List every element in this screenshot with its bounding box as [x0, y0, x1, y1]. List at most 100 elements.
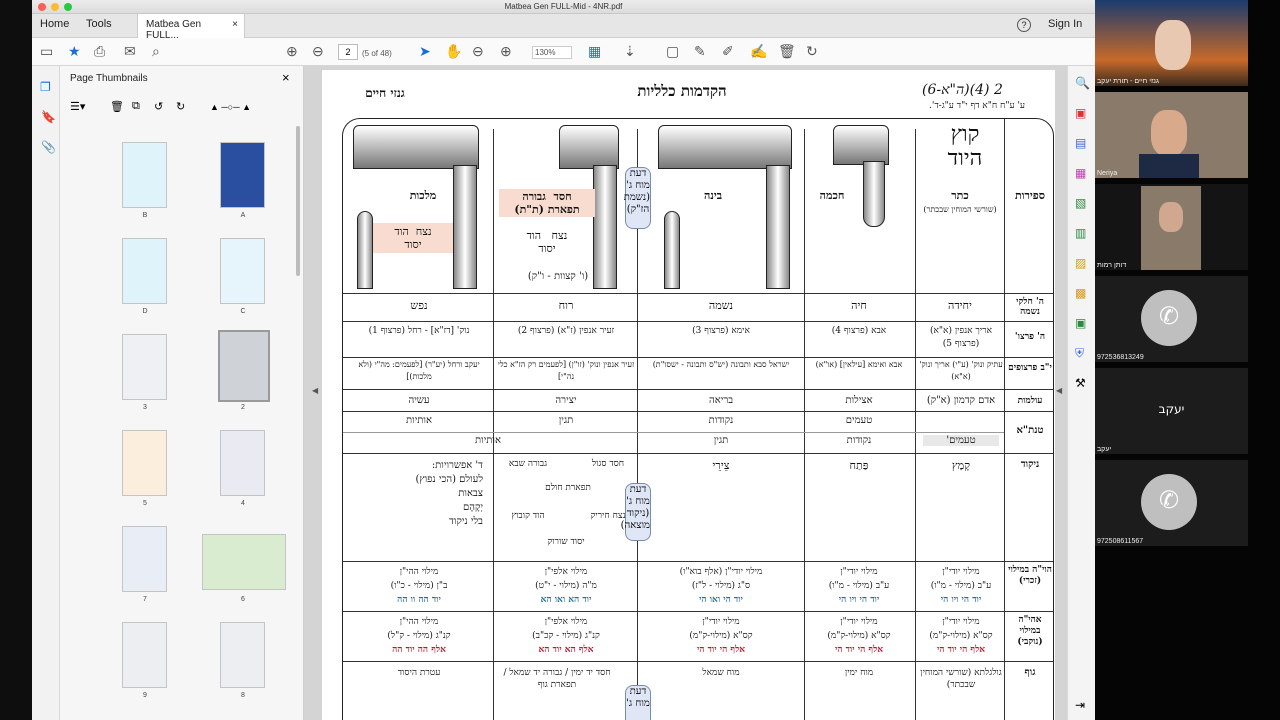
phone-icon: ✆: [1141, 474, 1197, 530]
video-tile[interactable]: ✆ 972508611567: [1095, 460, 1248, 546]
page-thumbnail[interactable]: [122, 526, 167, 592]
page-count: (5 of 48): [362, 49, 392, 58]
organize-icon[interactable]: ▦: [1075, 166, 1086, 180]
page-thumbnail[interactable]: [220, 622, 265, 688]
toolbar: ▭ ★ ⎙ ✉ ⌕ ⊕ ⊖ 2 (5 of 48) ➤ ✋ ⊖ ⊕ 130% ▦…: [32, 38, 1095, 66]
zoom-search-icon[interactable]: 🔍: [1075, 76, 1090, 90]
right-tools-rail: 🔍 ▣ ▤ ▦ ▧ ▥ ▨ ▩ ▣ ⛨ ⚒ ⇥: [1067, 66, 1095, 720]
table-cell: אימא (פרצוף 3): [692, 326, 750, 336]
col-chochma: חכמה: [819, 189, 845, 202]
page-thumbnail-current[interactable]: [218, 330, 270, 402]
print-icon[interactable]: ⎙: [94, 43, 105, 59]
page-thumbnail[interactable]: [122, 334, 167, 400]
combine-icon[interactable]: ▤: [1075, 136, 1086, 150]
page-number-input[interactable]: 2: [338, 44, 358, 60]
video-tile[interactable]: ✆ 972536813249: [1095, 276, 1248, 362]
thumb-redo-icon[interactable]: ↻: [176, 100, 185, 113]
table-cell: אותיות: [406, 415, 432, 426]
window-title: Matbea Gen FULL-Mid - 4NR.pdf: [504, 2, 623, 11]
table-cell: מוח שמאל: [702, 668, 740, 678]
table-cell: אבא ואימא [עילאין] (או"א): [815, 360, 903, 369]
expand-panel-icon[interactable]: ⇥: [1075, 698, 1085, 712]
page-layout-icon[interactable]: ▦: [588, 43, 601, 59]
excel-icon[interactable]: ▥: [1075, 226, 1086, 240]
thumbnails-icon[interactable]: ❐: [40, 80, 51, 94]
select-tool-icon[interactable]: ➤: [419, 43, 431, 59]
star-icon[interactable]: ★: [68, 43, 81, 59]
bookmark-icon[interactable]: 🔖: [41, 110, 56, 124]
search-icon[interactable]: ⌕: [152, 43, 160, 59]
sign-in-button[interactable]: Sign In: [1048, 18, 1082, 30]
hand-tool-icon[interactable]: ✋: [445, 43, 462, 59]
rotate-icon[interactable]: ↻: [806, 43, 818, 59]
close-window-icon[interactable]: [38, 3, 46, 11]
maximize-window-icon[interactable]: [64, 3, 72, 11]
comment-icon[interactable]: ▢: [666, 43, 679, 59]
scan-icon[interactable]: ▣: [1075, 316, 1086, 330]
acrobat-window: Matbea Gen FULL-Mid - 4NR.pdf Home Tools…: [32, 0, 1095, 720]
delete-icon[interactable]: 🗑: [778, 43, 796, 59]
mail-icon[interactable]: ✉: [124, 43, 136, 59]
stamp-icon[interactable]: ✍: [750, 43, 767, 59]
save-icon[interactable]: ▭: [40, 43, 53, 59]
highlight-icon[interactable]: ✎: [694, 43, 706, 59]
thumb-size-slider[interactable]: ▲ ─○─ ▲: [210, 102, 251, 112]
home-menu[interactable]: Home: [40, 18, 69, 30]
tools-menu[interactable]: Tools: [86, 18, 112, 30]
draw-icon[interactable]: ✐: [722, 43, 734, 59]
letter-yud-graphic: [833, 125, 893, 245]
document-view[interactable]: ◀ ◀ גנזי חיים הקדמות כלליות (ה"א-6)(4) 2…: [304, 66, 1072, 720]
row-label: אהי"ה במילוי (נוקבי): [1017, 615, 1043, 647]
video-tile[interactable]: יעקב יעקב: [1095, 368, 1248, 454]
video-tile[interactable]: גנזי חיים - תורת יעקב: [1095, 0, 1248, 86]
zoom-select[interactable]: 130%: [532, 46, 572, 59]
title-bar: Matbea Gen FULL-Mid - 4NR.pdf: [32, 0, 1095, 14]
minimize-window-icon[interactable]: [51, 3, 59, 11]
table-cell: נפש: [410, 299, 428, 312]
close-panel-icon[interactable]: ×: [282, 70, 290, 85]
create-pdf-icon[interactable]: ▣: [1075, 106, 1086, 120]
page-thumbnail[interactable]: [122, 142, 167, 208]
table-cell: מילוי אלפי"ן מ"ה (מילוי - י"ט) יוד הא ואו …: [535, 567, 597, 605]
comment-tool-icon[interactable]: ▩: [1075, 286, 1086, 300]
table-cell: מילוי יודי"ן ע"ב (מילוי - מ"ו) יוד הי ויו …: [828, 567, 890, 605]
table-cell: חסד סגול: [591, 459, 625, 469]
more-tools-icon[interactable]: ⚒: [1075, 376, 1086, 390]
attachment-icon[interactable]: 📎: [41, 140, 56, 154]
header-ref: (ה"א-6)(4) 2: [922, 82, 1003, 98]
page-thumbnail[interactable]: [202, 534, 286, 590]
zoom-out-icon[interactable]: ⊖: [472, 43, 484, 59]
table-cell: מילוי יודי"ן קס"א (מילוי-ק"מ) אלף הי יוד ה…: [827, 617, 891, 655]
next-page-icon[interactable]: ⊖: [312, 43, 324, 59]
help-icon[interactable]: ?: [1017, 18, 1031, 32]
page-thumbnail[interactable]: [220, 142, 265, 208]
table-cell: מילוי יודי"ן קס"א (מילוי-ק"מ) אלף הי יוד ה…: [689, 617, 753, 655]
protect-icon[interactable]: ⛨: [1075, 346, 1084, 360]
page-thumbnail[interactable]: [220, 238, 265, 304]
tab-close-icon[interactable]: ×: [232, 19, 238, 30]
prev-page-icon[interactable]: ⊕: [286, 43, 298, 59]
collapse-left-icon[interactable]: ◀: [312, 386, 318, 395]
collapse-right-icon[interactable]: ◀: [1056, 386, 1062, 395]
table-cell: עתיק ונוק' (ע"י) אריך ונוק' (א"א): [919, 360, 1003, 381]
edit-icon[interactable]: ▨: [1075, 256, 1086, 270]
table-cell: מילוי אלפי"ן קנ"ג (מילוי - קכ"ב) אלף הא יו…: [532, 617, 600, 655]
page-thumbnail[interactable]: [122, 622, 167, 688]
export-icon[interactable]: ▧: [1075, 196, 1086, 210]
table-cell: בריאה: [708, 395, 734, 406]
thumb-extract-icon[interactable]: ⧉: [132, 100, 140, 113]
video-tile[interactable]: דותן רמות: [1095, 184, 1248, 270]
page-thumbnail[interactable]: [122, 430, 167, 496]
document-tab[interactable]: Matbea Gen FULL... ×: [137, 14, 245, 41]
thumb-undo-icon[interactable]: ↺: [154, 100, 163, 113]
scroll-mode-icon[interactable]: ⇣: [624, 43, 636, 59]
video-tile[interactable]: Neriya: [1095, 92, 1248, 178]
page-thumbnail[interactable]: [220, 430, 265, 496]
thumb-options-icon[interactable]: ☰▾: [70, 100, 85, 113]
table-cell: נקודות: [708, 415, 734, 426]
thumb-scrollbar[interactable]: [296, 126, 300, 276]
page-thumbnail[interactable]: [122, 238, 167, 304]
zoom-in-icon[interactable]: ⊕: [500, 43, 512, 59]
thumb-delete-icon[interactable]: 🗑: [110, 100, 124, 113]
col-keter: כתר: [951, 189, 969, 202]
